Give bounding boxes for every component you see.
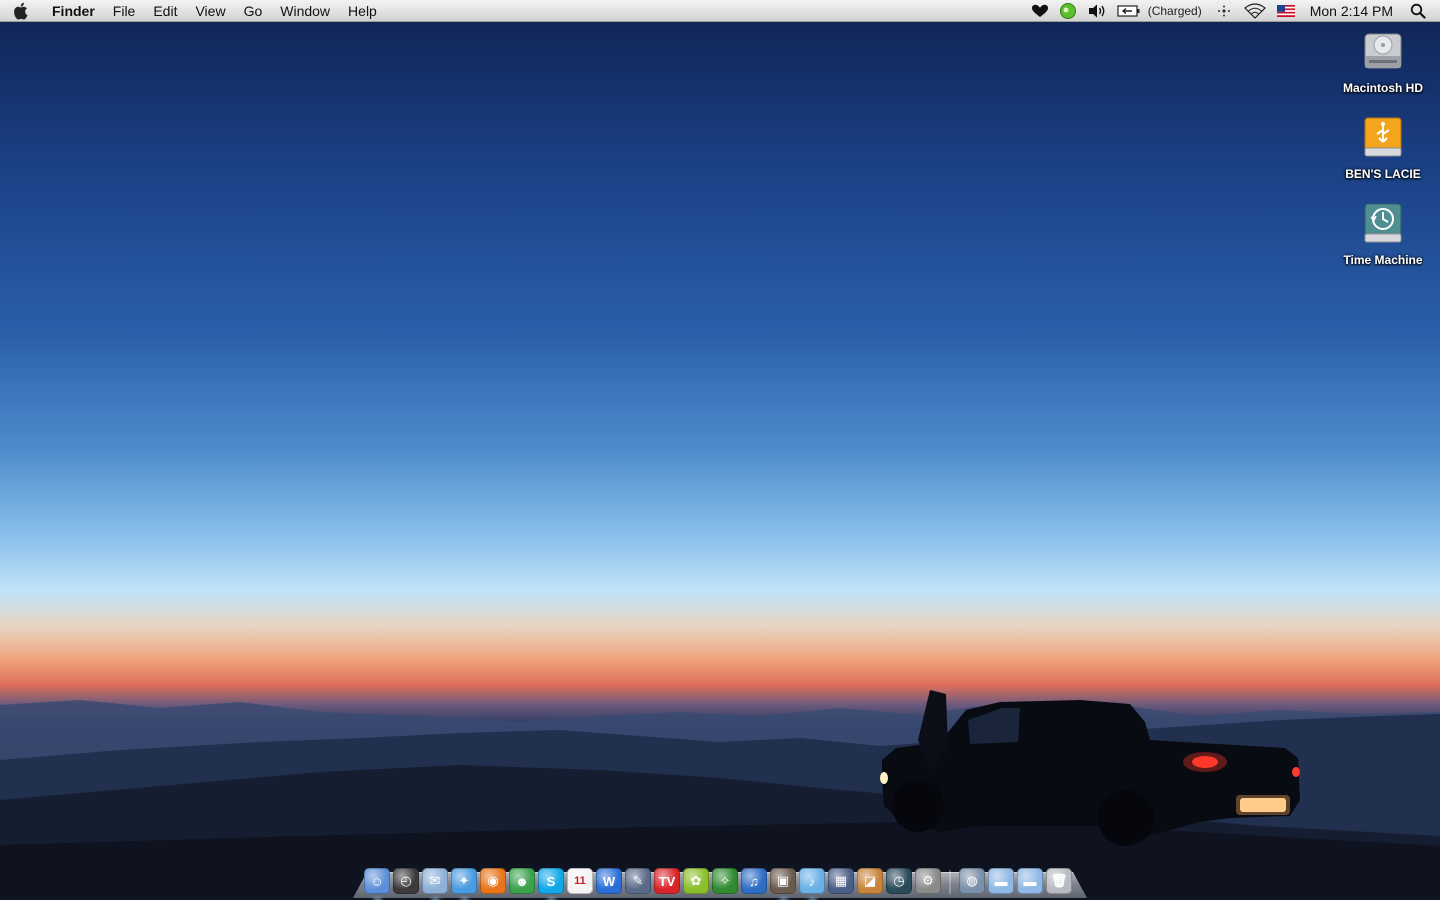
menu-edit[interactable]: Edit — [144, 0, 186, 22]
system-preferences-glyph: ⚙ — [922, 873, 934, 888]
dock-safari-icon[interactable]: ✦ — [451, 868, 477, 894]
dock-itunes-icon[interactable]: ♪ — [799, 868, 825, 894]
blue-app-glyph: ♫ — [749, 873, 759, 889]
menu-window[interactable]: Window — [271, 0, 339, 22]
firefox-glyph: ◉ — [487, 873, 499, 888]
battery-status-text[interactable]: (Charged) — [1146, 0, 1210, 22]
messenger-glyph: ☻ — [515, 873, 529, 889]
dock-iphoto-icon[interactable]: ◪ — [857, 868, 883, 894]
dock-firefox-icon[interactable]: ◉ — [480, 868, 506, 894]
dock-downloads-stack-icon[interactable]: ▬ — [1017, 868, 1043, 894]
dock-documents-stack-icon[interactable]: ▬ — [988, 868, 1014, 894]
volume-icon[interactable] — [1082, 0, 1112, 22]
us-flag-input-icon[interactable] — [1272, 0, 1300, 22]
fireworks-app-glyph: ✧ — [719, 873, 731, 888]
menu-help[interactable]: Help — [339, 0, 386, 22]
desktop-icon-label: Macintosh HD — [1342, 81, 1423, 95]
green-app-glyph: ✿ — [690, 873, 702, 888]
menu-go[interactable]: Go — [235, 0, 272, 22]
dock-green-app-icon[interactable]: ✿ — [683, 868, 709, 894]
itunes-glyph: ♪ — [808, 873, 816, 889]
menu-clock[interactable]: Mon 2:14 PM — [1300, 3, 1405, 19]
dock-fireworks-app-icon[interactable]: ✧ — [712, 868, 738, 894]
battery-icon[interactable] — [1112, 0, 1146, 22]
downloads-stack-glyph: ▬ — [1023, 873, 1037, 889]
dock-time-machine-icon[interactable]: ◷ — [886, 868, 912, 894]
iphoto-glyph: ◪ — [863, 873, 877, 888]
dashboard-glyph: ◴ — [400, 873, 412, 888]
word-glyph: W — [602, 873, 616, 889]
desktop-icon-time-machine[interactable]: Time Machine — [1333, 200, 1433, 267]
dock-finder-icon[interactable]: ☺ — [364, 868, 390, 894]
dock-messenger-icon[interactable]: ☻ — [509, 868, 535, 894]
desktop-icon-label: Time Machine — [1343, 253, 1423, 267]
skype-glyph: S — [546, 873, 556, 889]
mail-glyph: ✉ — [429, 873, 441, 888]
desktop-icon-label: BEN'S LACIE — [1345, 167, 1421, 181]
ical-glyph: 11 — [574, 875, 586, 887]
dock-photo-app-icon[interactable]: ▣ — [770, 868, 796, 894]
wifi-icon[interactable] — [1238, 0, 1272, 22]
dock-ical-icon[interactable]: 11 — [567, 868, 593, 894]
bluetooth-icon[interactable] — [1210, 0, 1238, 22]
desktop-icon-macintosh-hd[interactable]: Macintosh HD — [1333, 28, 1433, 95]
photo-app-glyph: ▣ — [776, 873, 790, 888]
time-machine-drive-icon — [1359, 200, 1407, 248]
dock-spaces-icon[interactable]: ▦ — [828, 868, 854, 894]
dock-network-stack-icon[interactable]: ◍ — [959, 868, 985, 894]
safari-glyph: ✦ — [458, 873, 470, 888]
usb-drive-icon — [1359, 114, 1407, 162]
dock-dashboard-icon[interactable]: ◴ — [393, 868, 419, 894]
heart-icon[interactable] — [1026, 0, 1054, 22]
dock-mail-icon[interactable]: ✉ — [422, 868, 448, 894]
dock-tv-app-icon[interactable]: TV — [654, 868, 680, 894]
spotlight-search-icon[interactable] — [1405, 0, 1440, 22]
spaces-glyph: ▦ — [834, 873, 848, 888]
internal-drive-icon — [1359, 28, 1407, 76]
dock: ☺ ◴ ✉ ✦ ◉ ☻ S 11 W ✎ TV ✿ ✧ ♫ ▣ ♪ ▦ ◪ ◷ ⚙ ◍ ▬ ▬ 🗑 — [364, 860, 1075, 894]
menu-bar: Finder File Edit View Go Window Help (Ch… — [0, 0, 1440, 22]
network-stack-glyph: ◍ — [966, 873, 978, 888]
landscape-silhouette — [0, 690, 1440, 900]
finder-glyph: ☺ — [370, 873, 384, 889]
dock-skype-icon[interactable]: S — [538, 868, 564, 894]
time-machine-glyph: ◷ — [893, 873, 905, 888]
dock-word-icon[interactable]: W — [596, 868, 622, 894]
dock-trash-icon[interactable]: 🗑 — [1046, 868, 1072, 894]
dock-blue-app-icon[interactable]: ♫ — [741, 868, 767, 894]
desktop-icon-bens-lacie[interactable]: BEN'S LACIE — [1333, 114, 1433, 181]
trash-glyph: 🗑 — [1050, 873, 1068, 888]
dock-system-preferences-icon[interactable]: ⚙ — [915, 868, 941, 894]
menu-app-finder[interactable]: Finder — [40, 0, 104, 22]
dock-pen-app-icon[interactable]: ✎ — [625, 868, 651, 894]
menu-view[interactable]: View — [186, 0, 234, 22]
documents-stack-glyph: ▬ — [994, 873, 1008, 889]
menu-file[interactable]: File — [104, 0, 145, 22]
tv-app-glyph: TV — [658, 873, 676, 889]
dock-separator[interactable] — [949, 870, 951, 894]
apple-menu-icon[interactable] — [0, 0, 40, 22]
pen-app-glyph: ✎ — [632, 873, 644, 888]
desktop-wallpaper — [0, 0, 1440, 900]
growl-icon[interactable] — [1054, 0, 1082, 22]
